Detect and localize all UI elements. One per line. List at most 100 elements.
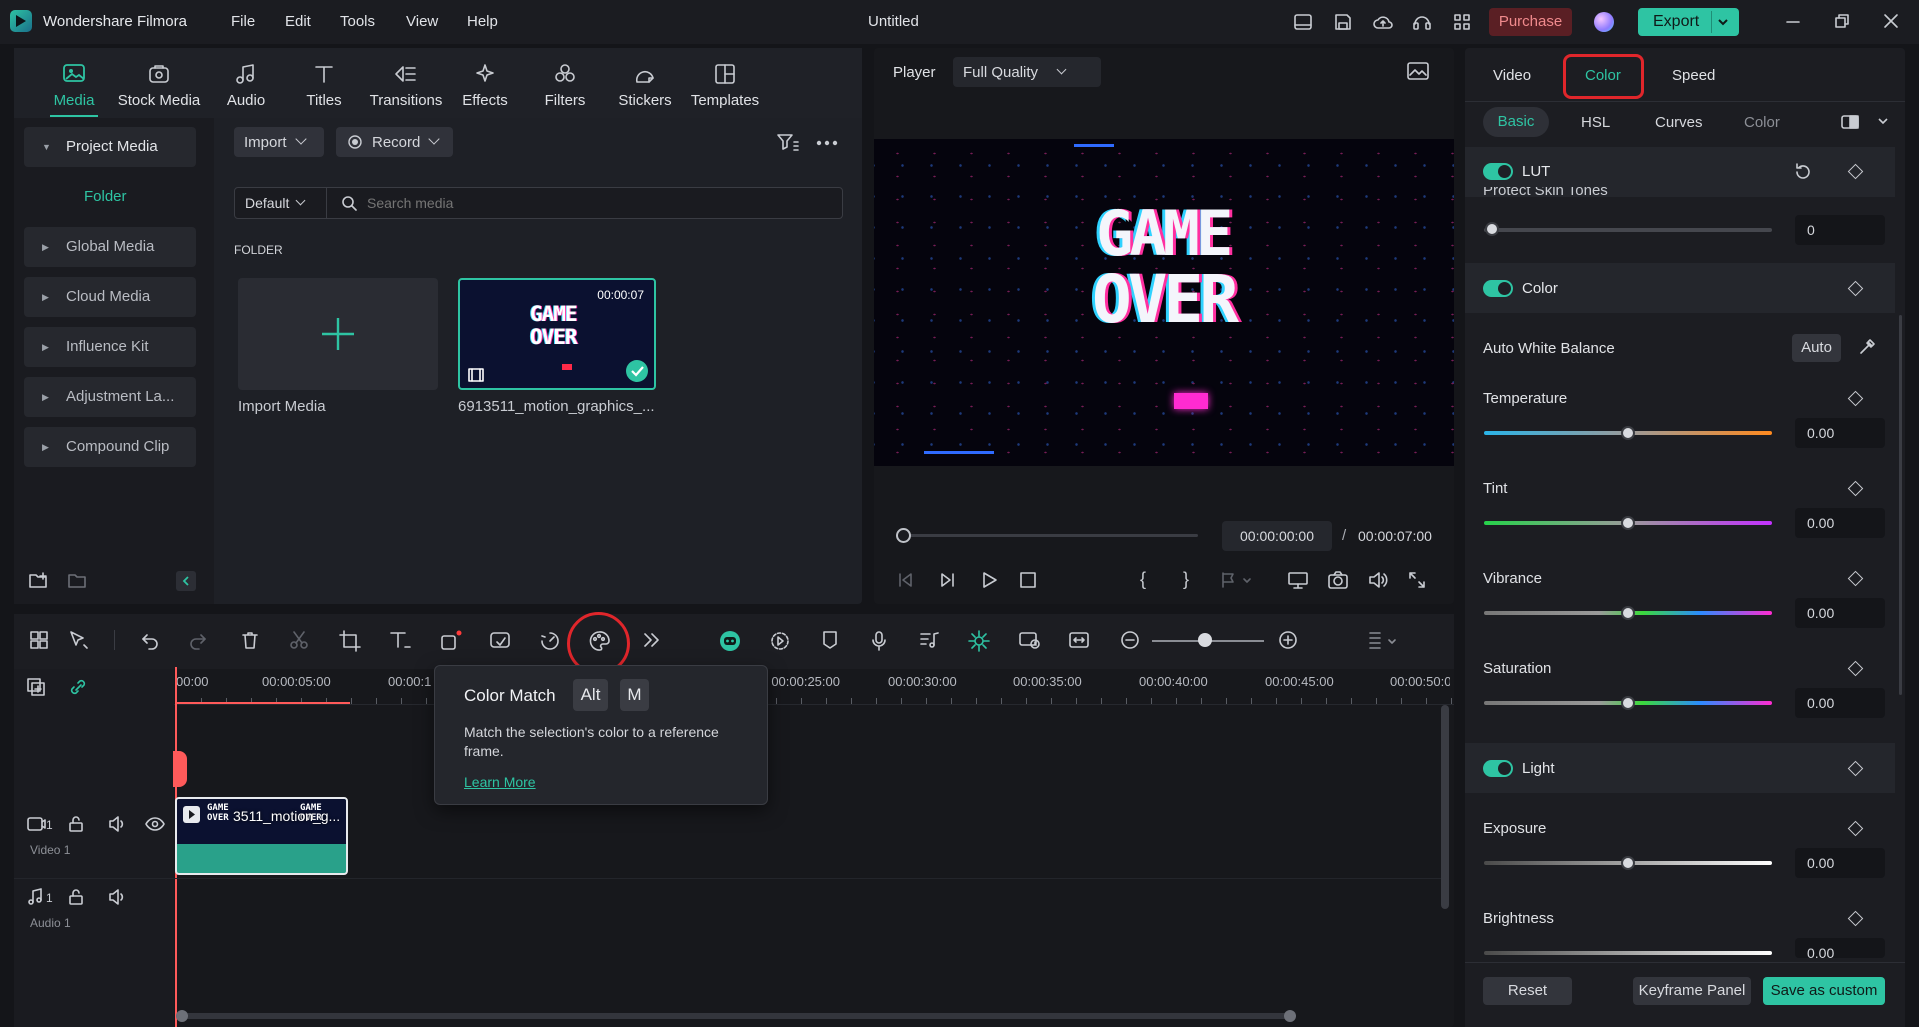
auto-highlight-icon[interactable]	[968, 630, 990, 652]
tab-effects[interactable]: Effects	[449, 62, 521, 109]
panel-menu-chevron-icon[interactable]	[1877, 116, 1889, 126]
light-toggle[interactable]	[1483, 760, 1513, 777]
exposure-slider-knob[interactable]	[1621, 856, 1635, 870]
sidebar-project-media[interactable]: ▼ Project Media	[24, 127, 196, 167]
export-button[interactable]: Export	[1638, 8, 1739, 36]
protect-skin-slider-knob[interactable]	[1485, 222, 1499, 236]
tab-filters[interactable]: Filters	[529, 62, 601, 109]
color-toggle[interactable]	[1483, 280, 1513, 297]
fit-timeline-icon[interactable]	[1068, 630, 1090, 650]
timeline-vertical-scrollbar[interactable]	[1441, 705, 1449, 909]
reset-button[interactable]: Reset	[1483, 977, 1572, 1005]
render-preview-icon[interactable]	[769, 630, 791, 652]
marker-shield-icon[interactable]	[820, 630, 840, 650]
lut-toggle[interactable]	[1483, 163, 1513, 180]
compare-view-icon[interactable]	[1840, 114, 1860, 130]
save-icon[interactable]	[1333, 12, 1353, 32]
tab-titles[interactable]: Titles	[288, 62, 360, 109]
camera-snapshot-icon[interactable]	[1327, 570, 1349, 590]
tab-media[interactable]: Media	[38, 62, 110, 109]
speed-icon[interactable]	[539, 630, 561, 652]
mute-speaker-icon[interactable]	[107, 815, 127, 833]
temperature-slider-knob[interactable]	[1621, 426, 1635, 440]
music-list-icon[interactable]	[918, 630, 940, 650]
minimize-icon[interactable]	[1785, 14, 1801, 30]
search-input[interactable]	[367, 195, 827, 211]
eyedropper-icon[interactable]	[1858, 338, 1876, 356]
tab-transitions[interactable]: Transitions	[370, 62, 442, 109]
zoom-in-icon[interactable]	[1278, 630, 1298, 650]
stop-icon[interactable]	[1019, 571, 1037, 589]
shape-icon[interactable]	[440, 630, 462, 652]
vibrance-slider-knob[interactable]	[1621, 606, 1635, 620]
tab-speed[interactable]: Speed	[1672, 67, 1715, 84]
sort-dropdown[interactable]: Default	[235, 188, 327, 218]
next-frame-icon[interactable]	[938, 571, 956, 589]
snapshot-quality-icon[interactable]	[1406, 61, 1430, 81]
playback-scrubber[interactable]	[904, 534, 1198, 537]
sidebar-item-compound-clip[interactable]: ▶ Compound Clip	[24, 427, 196, 467]
brightness-slider[interactable]	[1484, 951, 1772, 955]
replace-clip-icon[interactable]	[1018, 630, 1042, 650]
folder-icon[interactable]	[67, 571, 87, 589]
ai-effect-icon[interactable]	[489, 630, 513, 650]
select-pointer-icon[interactable]	[68, 630, 90, 650]
tab-templates[interactable]: Templates	[689, 62, 761, 109]
add-track-icon[interactable]	[26, 677, 48, 697]
zoom-out-icon[interactable]	[1120, 630, 1140, 650]
menu-file[interactable]: File	[231, 13, 255, 30]
temperature-value[interactable]: 0.00	[1795, 418, 1885, 448]
protect-skin-slider[interactable]	[1484, 228, 1772, 232]
menu-help[interactable]: Help	[467, 13, 498, 30]
vibrance-value[interactable]: 0.00	[1795, 598, 1885, 628]
zoom-slider-knob[interactable]	[1198, 633, 1212, 647]
learn-more-link[interactable]: Learn More	[464, 774, 536, 790]
filter-sort-icon[interactable]	[776, 132, 800, 152]
apps-grid-icon[interactable]	[1452, 12, 1472, 32]
sidebar-item-global-media[interactable]: ▶ Global Media	[24, 227, 196, 267]
close-icon[interactable]	[1883, 13, 1899, 29]
layout-icon[interactable]	[1293, 12, 1313, 32]
undo-icon[interactable]	[140, 630, 160, 650]
timeline-horizontal-scrollbar[interactable]	[176, 1013, 1296, 1019]
more-tools-icon[interactable]	[642, 630, 660, 650]
sidebar-folder[interactable]: Folder	[84, 188, 127, 205]
delete-icon[interactable]	[240, 630, 260, 650]
layout-grid-icon[interactable]	[29, 630, 49, 650]
mark-out-icon[interactable]: }	[1183, 569, 1189, 590]
saturation-value[interactable]: 0.00	[1795, 688, 1885, 718]
avatar[interactable]	[1594, 12, 1614, 32]
media-clip-thumbnail[interactable]: 00:00:07 GAME OVER	[458, 278, 656, 390]
redo-icon[interactable]	[188, 630, 208, 650]
record-dropdown[interactable]: Record	[336, 127, 453, 157]
split-scissors-icon[interactable]	[289, 630, 309, 650]
tab-audio[interactable]: Audio	[210, 62, 282, 109]
scrubber-handle[interactable]	[896, 528, 911, 543]
link-icon[interactable]	[68, 677, 90, 697]
lock-icon[interactable]	[67, 815, 85, 833]
menu-edit[interactable]: Edit	[285, 13, 311, 30]
tab-video[interactable]: Video	[1493, 67, 1531, 84]
auto-white-balance-button[interactable]: Auto	[1792, 334, 1841, 362]
subtab-basic[interactable]: Basic	[1483, 107, 1549, 137]
prev-frame-icon[interactable]	[897, 571, 915, 589]
quality-dropdown[interactable]: Full Quality	[953, 57, 1101, 87]
menu-tools[interactable]: Tools	[340, 13, 375, 30]
reset-lut-icon[interactable]	[1793, 162, 1813, 182]
track-layout-icon[interactable]	[1367, 630, 1401, 652]
inspector-scrollbar[interactable]	[1899, 315, 1902, 695]
import-media-tile[interactable]	[238, 278, 438, 390]
collapse-sidebar-button[interactable]	[176, 571, 196, 591]
cloud-upload-icon[interactable]	[1372, 12, 1394, 32]
tab-stickers[interactable]: Stickers	[609, 62, 681, 109]
subtab-hsl[interactable]: HSL	[1581, 114, 1610, 131]
hscroll-left-handle[interactable]	[176, 1010, 188, 1022]
ai-copilot-icon[interactable]	[718, 630, 742, 652]
display-icon[interactable]	[1287, 570, 1309, 590]
import-dropdown[interactable]: Import	[234, 127, 324, 157]
eye-visibility-icon[interactable]	[145, 815, 165, 833]
tint-slider-knob[interactable]	[1621, 516, 1635, 530]
play-icon[interactable]	[980, 571, 998, 589]
tint-value[interactable]: 0.00	[1795, 508, 1885, 538]
new-folder-icon[interactable]	[28, 571, 48, 589]
